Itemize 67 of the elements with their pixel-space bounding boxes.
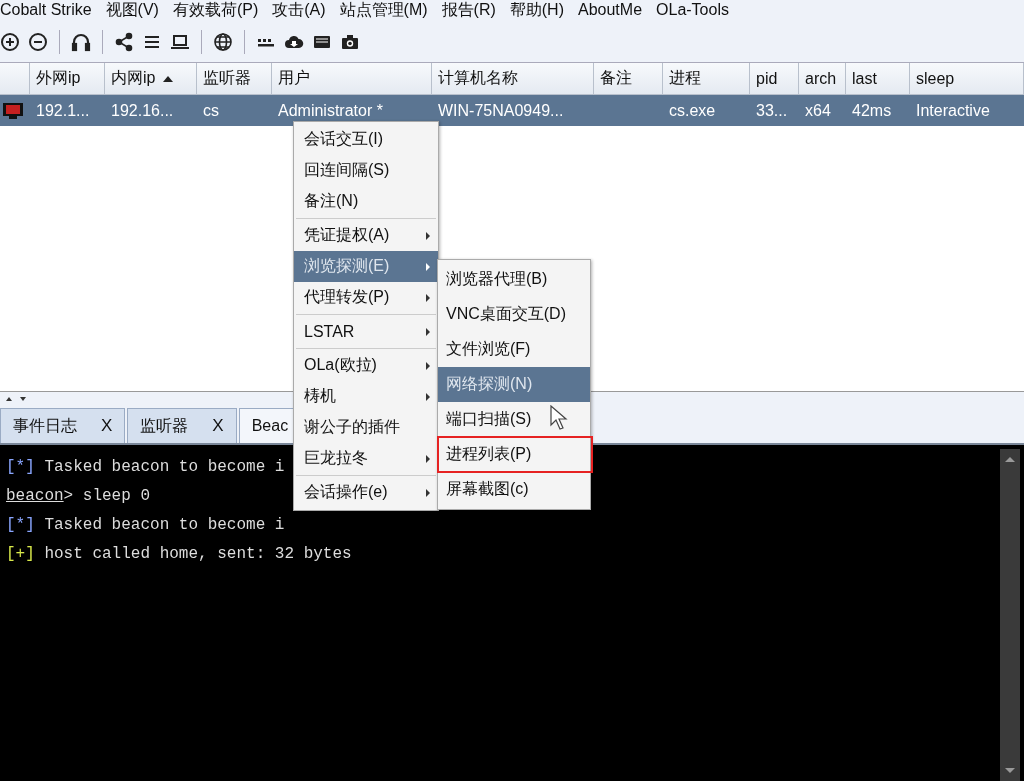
menu-item[interactable]: 进程列表(P) (438, 437, 592, 472)
headphones-icon[interactable] (71, 32, 91, 52)
menu-item[interactable]: VNC桌面交互(D) (438, 297, 590, 332)
table-cell: cs.exe (669, 101, 716, 120)
submenu-arrow-icon (426, 262, 430, 271)
sort-ascending-icon (163, 75, 174, 82)
menu-item[interactable]: 凭证提权(A) (294, 220, 438, 251)
submenu-arrow-icon (426, 392, 430, 401)
table-cell: x64 (805, 101, 831, 120)
menu-item[interactable]: 屏幕截图(c) (438, 472, 590, 507)
menu-item[interactable]: 浏览探测(E) (294, 251, 438, 282)
table-cell: cs (203, 101, 219, 120)
minus-circle-icon[interactable] (28, 32, 48, 52)
table-cell: Administrator * (278, 101, 383, 120)
table-row[interactable]: 192.1... 192.16... cs Administrator * WIN-75NA0949... cs.exe 33... x64 42ms Interactive (0, 95, 1024, 126)
menu-item[interactable]: 代理转发(P) (294, 282, 438, 313)
menu-item[interactable]: 梼机 (294, 381, 438, 412)
menu-item[interactable]: 网络探测(N) (438, 367, 590, 402)
submenu-arrow-icon (426, 231, 430, 240)
menu-item[interactable]: 会话交互(I) (294, 124, 438, 155)
table-cell: 192.16... (111, 101, 174, 120)
close-icon[interactable]: X (212, 416, 224, 436)
menu-item[interactable]: 巨龙拉冬 (294, 443, 438, 474)
submenu-arrow-icon (426, 293, 430, 302)
menu-item[interactable]: 视图(V) (105, 0, 159, 20)
tab[interactable]: 事件日志 X (0, 408, 126, 443)
menu-item[interactable]: 报告(R) (441, 0, 496, 20)
menu-item[interactable]: LSTAR (294, 316, 438, 347)
menu-item[interactable]: 帮助(H) (509, 0, 564, 20)
splitter-arrows-icon[interactable] (4, 395, 28, 402)
menu-item[interactable]: 谢公子的插件 (294, 412, 438, 443)
table-cell: Interactive (916, 101, 990, 120)
submenu-arrow-icon (426, 327, 430, 336)
console-line: beacon> sleep 0 (6, 486, 151, 507)
close-icon[interactable]: X (101, 416, 113, 436)
menu-item[interactable]: 文件浏览(F) (438, 332, 590, 367)
console-line: [*] Tasked beacon to become i (6, 457, 285, 478)
menu-item[interactable]: 回连间隔(S) (294, 155, 438, 186)
submenu-arrow-icon (426, 454, 430, 463)
laptop-icon[interactable] (170, 32, 190, 52)
table-cell: WIN-75NA0949... (438, 101, 564, 120)
computer-icon (2, 101, 24, 120)
menu-item[interactable]: 端口扫描(S) (438, 402, 590, 437)
globe-icon[interactable] (213, 32, 233, 52)
menu-item[interactable]: OLa(欧拉) (294, 350, 438, 381)
mouse-cursor-icon (550, 405, 568, 431)
submenu-arrow-icon (426, 361, 430, 370)
console-line: [+] host called home, sent: 32 bytes (6, 544, 352, 565)
camera-icon[interactable] (340, 32, 360, 52)
table-cell: 33... (756, 101, 788, 120)
table-cell: 42ms (852, 101, 892, 120)
menu-item[interactable]: 有效载荷(P) (172, 0, 259, 20)
share-icon[interactable] (114, 32, 134, 52)
menu-item[interactable]: OLa-Tools (656, 0, 729, 20)
plus-circle-icon[interactable] (0, 32, 20, 52)
menu-item[interactable]: 攻击(A) (272, 0, 326, 20)
tab[interactable]: 监听器 X (127, 408, 237, 443)
menu-item[interactable]: 备注(N) (294, 186, 438, 217)
menu-item[interactable]: 会话操作(e) (294, 477, 438, 508)
menu-item[interactable]: AboutMe (578, 0, 643, 20)
console-line: [*] Tasked beacon to become i (6, 515, 285, 536)
menu-item[interactable]: 站点管理(M) (339, 0, 428, 20)
menu-item[interactable]: Cobalt Strike (0, 0, 92, 20)
table-cell: 192.1... (36, 101, 90, 120)
submenu-arrow-icon (426, 488, 430, 497)
menu-item[interactable]: 浏览器代理(B) (438, 262, 590, 297)
scrollbar[interactable] (1000, 449, 1020, 781)
